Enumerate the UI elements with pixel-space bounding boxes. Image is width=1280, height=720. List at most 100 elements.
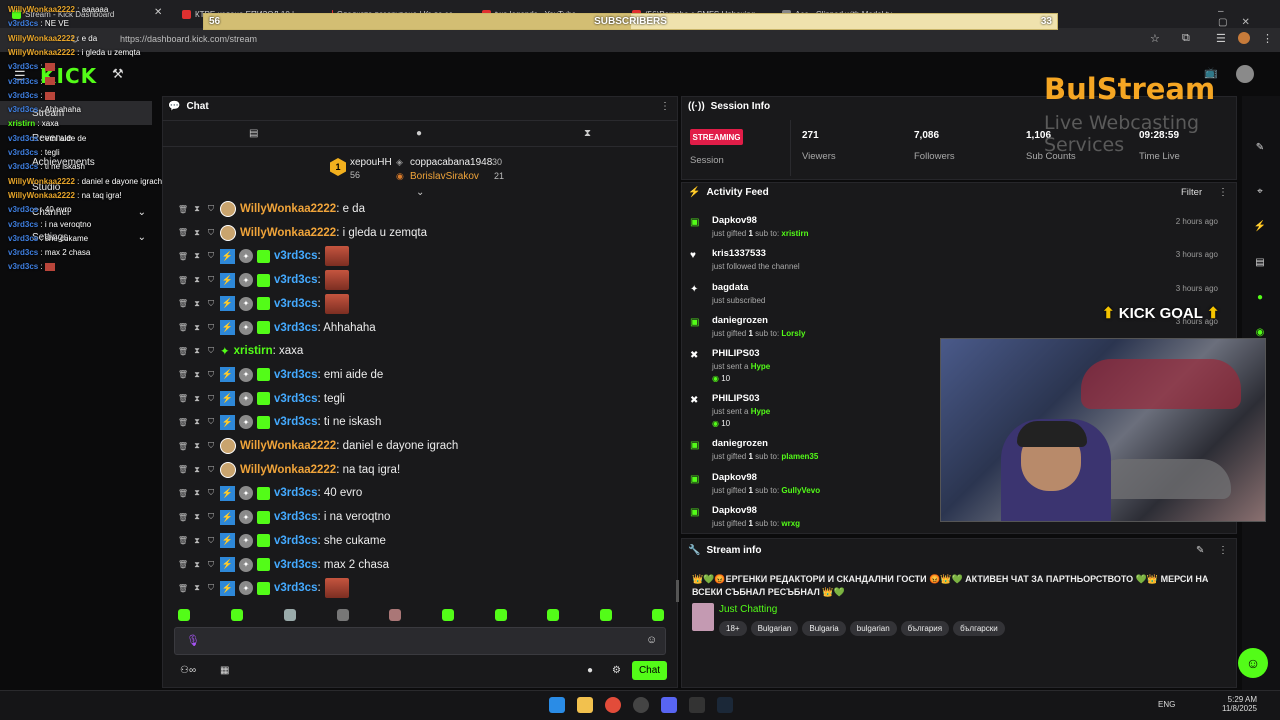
window-controls[interactable]: –▢✕ (1218, 6, 1280, 28)
delete-message-icon[interactable]: 🗑 (178, 488, 188, 498)
activity-username[interactable]: bagdata (712, 282, 1230, 293)
chat-username[interactable]: WillyWonkaa2222 (240, 227, 336, 239)
activity-username[interactable]: kris1337533 (712, 248, 1230, 259)
extensions-icon[interactable]: ⧉ (1182, 32, 1190, 45)
chat-username[interactable]: v3rd3cs (274, 322, 317, 334)
pinned-icon[interactable]: ▤ (249, 128, 258, 139)
timeout-icon[interactable]: ⧗ (192, 323, 202, 333)
chat-username[interactable]: v3rd3cs (274, 582, 317, 594)
top-gifter-1-name[interactable]: xepouHH (350, 157, 392, 168)
emote-button[interactable] (652, 609, 664, 621)
delete-message-icon[interactable]: 🗑 (178, 512, 188, 522)
chat-icon[interactable]: ● (1250, 287, 1270, 307)
activity-item[interactable]: ✦ bagdata just subscribed 3 hours ago (690, 282, 1230, 305)
emote-button[interactable] (284, 609, 296, 621)
ban-icon[interactable]: ⛉ (206, 536, 216, 546)
emote-button[interactable] (337, 609, 349, 621)
emote-button[interactable] (231, 609, 243, 621)
delete-message-icon[interactable]: 🗑 (178, 560, 188, 570)
timeout-icon[interactable]: ⧗ (192, 417, 202, 427)
ban-icon[interactable]: ⛉ (206, 441, 216, 451)
delete-message-icon[interactable]: 🗑 (178, 370, 188, 380)
chat-message[interactable]: 🗑 ⧗ ⛉ ⚡ ✦ v3rd3cs: 40 evro (178, 482, 362, 504)
timeout-icon[interactable]: ⧗ (192, 441, 202, 451)
ban-icon[interactable]: ⛉ (206, 204, 216, 214)
chat-message[interactable]: 🗑 ⧗ ⛉ ⚡ ✦ v3rd3cs: Ahhahaha (178, 317, 376, 339)
emote-button[interactable] (600, 609, 612, 621)
emote-button[interactable] (178, 609, 190, 621)
chat-username[interactable]: v3rd3cs (274, 274, 317, 286)
delete-message-icon[interactable]: 🗑 (178, 323, 188, 333)
activity-item[interactable]: ♥ kris1337533 just followed the channel 3 h… (690, 248, 1230, 271)
timeout-icon[interactable]: ⧗ (192, 275, 202, 285)
chat-scrollbar[interactable] (676, 580, 679, 602)
chat-message[interactable]: 🗑 ⧗ ⛉ ⚡ ✦ v3rd3cs: (178, 245, 349, 267)
chat-username[interactable]: v3rd3cs (274, 487, 317, 499)
ban-icon[interactable]: ⛉ (206, 299, 216, 309)
chat-message[interactable]: 🗑 ⧗ ⛉ ⚡ ✦ v3rd3cs: max 2 chasa (178, 554, 389, 576)
filter-button[interactable]: Filter (1181, 187, 1202, 198)
steam-icon[interactable] (717, 697, 733, 713)
chat-message[interactable]: 🗑 ⧗ ⛉ ⚡ ✦ v3rd3cs: i na veroqtno (178, 506, 390, 528)
chat-more-icon[interactable]: ⋮ (660, 101, 670, 112)
emoji-icon[interactable]: ☺ (646, 634, 657, 646)
chat-message[interactable]: 🗑 ⧗ ⛉ ⚡ ✦ v3rd3cs: she cukame (178, 530, 386, 552)
ban-icon[interactable]: ⛉ (206, 370, 216, 380)
close-tab-icon[interactable]: ✕ (154, 7, 162, 18)
chat-username[interactable]: v3rd3cs (274, 393, 317, 405)
ban-icon[interactable]: ⛉ (206, 512, 216, 522)
chat-username[interactable]: WillyWonkaa2222 (240, 464, 336, 476)
lightning-icon[interactable]: ⚡ (1250, 216, 1270, 236)
delete-message-icon[interactable]: 🗑 (178, 583, 188, 593)
chat-username[interactable]: v3rd3cs (274, 535, 317, 547)
timeout-icon[interactable]: ⧗ (192, 536, 202, 546)
chat-username[interactable]: xristirn (234, 345, 273, 357)
chat-message[interactable]: 🗑 ⧗ ⛉ ⚡ ✦ v3rd3cs: ti ne iskash (178, 411, 381, 433)
ban-icon[interactable]: ⛉ (206, 346, 216, 356)
delete-message-icon[interactable]: 🗑 (178, 346, 188, 356)
delete-message-icon[interactable]: 🗑 (178, 536, 188, 546)
chat-message[interactable]: 🗑 ⧗ ⛉ WillyWonkaa2222: na taq igra! (178, 459, 400, 481)
chat-message[interactable]: 🗑 ⧗ ⛉ ⚡ ✦ v3rd3cs: (178, 293, 349, 315)
chat-message[interactable]: 🗑 ⧗ ⛉ WillyWonkaa2222: i gleda u zemqta (178, 222, 427, 244)
discord-icon[interactable] (661, 697, 677, 713)
ban-icon[interactable]: ⛉ (206, 465, 216, 475)
document-icon[interactable]: ▤ (1250, 252, 1270, 272)
ban-icon[interactable]: ⛉ (206, 323, 216, 333)
delete-message-icon[interactable]: 🗑 (178, 228, 188, 238)
top-gifter-3-name[interactable]: BorislavSirakov (410, 171, 479, 182)
timer-icon[interactable]: ⧗ (584, 128, 591, 139)
file-explorer-icon[interactable] (577, 697, 593, 713)
ban-icon[interactable]: ⛉ (206, 560, 216, 570)
activity-more-icon[interactable]: ⋮ (1218, 187, 1228, 198)
chat-username[interactable]: v3rd3cs (274, 416, 317, 428)
timeout-icon[interactable]: ⧗ (192, 560, 202, 570)
chat-message[interactable]: 🗑 ⧗ ⛉ WillyWonkaa2222: daniel e dayone igra… (178, 435, 458, 457)
timeout-icon[interactable]: ⧗ (192, 512, 202, 522)
chat-mode-toggle-icon[interactable]: ● (587, 665, 593, 676)
terminal-icon[interactable] (689, 697, 705, 713)
timeout-icon[interactable]: ⧗ (192, 488, 202, 498)
chat-username[interactable]: v3rd3cs (274, 369, 317, 381)
bookmark-star-icon[interactable]: ☆ (1150, 32, 1160, 45)
timeout-icon[interactable]: ⧗ (192, 370, 202, 380)
ban-icon[interactable]: ⛉ (206, 228, 216, 238)
chat-message[interactable]: 🗑 ⧗ ⛉ WillyWonkaa2222: e da (178, 198, 365, 220)
emote-button[interactable] (547, 609, 559, 621)
edit-pencil-icon[interactable]: ✎ (1196, 545, 1204, 556)
language-indicator[interactable]: ENG (1158, 700, 1175, 709)
crosshair-icon[interactable]: ⌖ (1250, 181, 1270, 201)
support-chat-button[interactable]: ☺ (1238, 648, 1268, 678)
chat-input[interactable] (174, 627, 666, 655)
delete-message-icon[interactable]: 🗑 (178, 299, 188, 309)
obs-icon[interactable] (633, 697, 649, 713)
chat-username[interactable]: v3rd3cs (274, 559, 317, 571)
timeout-icon[interactable]: ⧗ (192, 583, 202, 593)
timeout-icon[interactable]: ⧗ (192, 251, 202, 261)
user-avatar[interactable] (1236, 65, 1254, 83)
timeout-icon[interactable]: ⧗ (192, 299, 202, 309)
timeout-icon[interactable]: ⧗ (192, 465, 202, 475)
chat-message[interactable]: 🗑 ⧗ ⛉ ⚡ ✦ v3rd3cs: emi aide de (178, 364, 383, 386)
delete-message-icon[interactable]: 🗑 (178, 441, 188, 451)
chat-username[interactable]: WillyWonkaa2222 (240, 203, 336, 215)
